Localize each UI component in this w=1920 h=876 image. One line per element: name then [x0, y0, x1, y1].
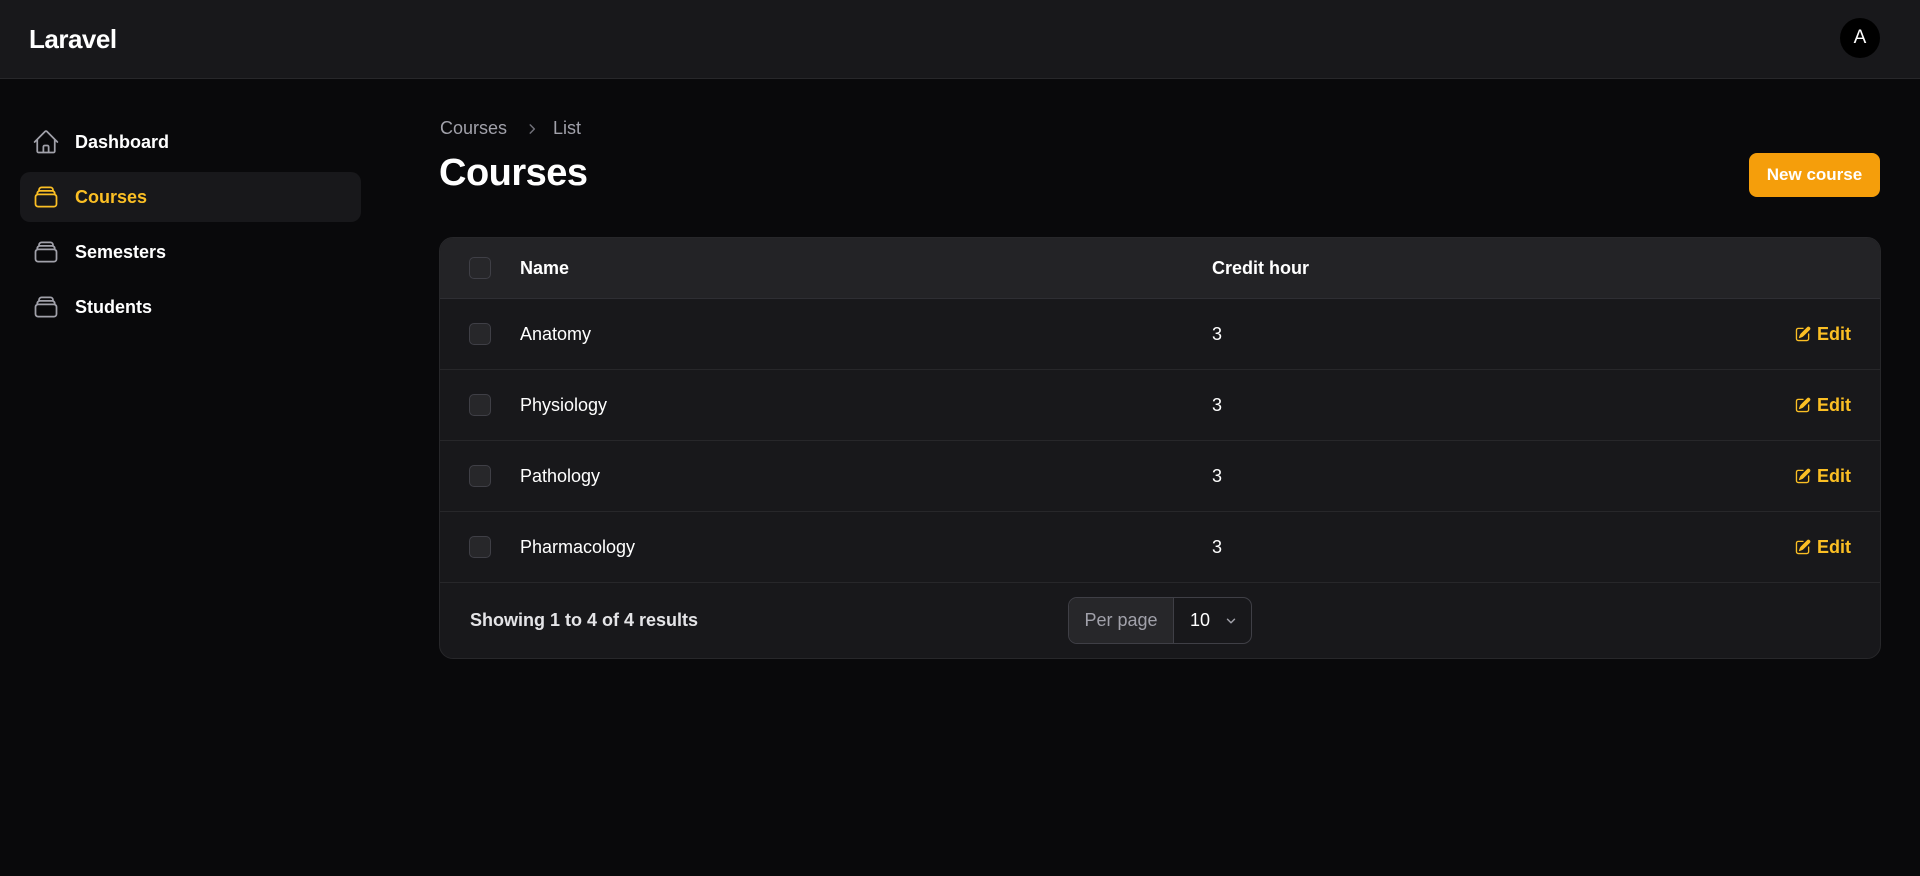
table-footer: Showing 1 to 4 of 4 results Per page 10: [440, 583, 1880, 658]
edit-button[interactable]: Edit: [1794, 324, 1851, 345]
sidebar-item-courses[interactable]: Courses: [20, 172, 361, 222]
table-row: Anatomy 3 Edit: [440, 299, 1880, 370]
chevron-down-icon: [1226, 618, 1236, 623]
stack-icon: [34, 241, 58, 263]
top-bar: Laravel A: [0, 0, 1920, 79]
chevron-right-icon: [525, 122, 539, 136]
table-row: Pathology 3 Edit: [440, 441, 1880, 512]
sidebar-item-students[interactable]: Students: [20, 282, 361, 332]
pencil-square-icon: [1795, 326, 1811, 342]
pencil-square-icon: [1795, 539, 1811, 555]
home-icon: [33, 130, 59, 154]
user-avatar[interactable]: A: [1840, 18, 1880, 58]
course-name: Anatomy: [520, 323, 592, 344]
breadcrumb-courses-link[interactable]: Courses: [440, 118, 507, 139]
edit-label: Edit: [1817, 465, 1851, 486]
stack-icon: [34, 186, 58, 208]
edit-label: Edit: [1817, 536, 1851, 557]
pagination-summary: Showing 1 to 4 of 4 results: [470, 610, 699, 630]
sidebar-item-label: Students: [75, 296, 153, 317]
course-name: Pharmacology: [520, 536, 636, 557]
credit-hour: 3: [1212, 323, 1223, 344]
table-row: Physiology 3 Edit: [440, 370, 1880, 441]
edit-button[interactable]: Edit: [1794, 466, 1851, 487]
sidebar: Dashboard Courses Semesters Students: [20, 117, 361, 337]
per-page-value: 10: [1190, 610, 1211, 630]
breadcrumb: Courses List: [440, 118, 581, 139]
courses-table: Name Credit hour Anatomy 3 Edit Physiolo…: [439, 237, 1881, 659]
credit-hour: 3: [1212, 394, 1223, 415]
page-title: Courses: [439, 152, 588, 194]
per-page-label: Per page: [1069, 598, 1174, 643]
select-all-checkbox[interactable]: [469, 257, 491, 279]
breadcrumb-current: List: [553, 118, 582, 138]
stack-icon: [34, 296, 58, 318]
sidebar-item-label: Courses: [75, 186, 148, 207]
edit-button[interactable]: Edit: [1794, 395, 1851, 416]
row-checkbox[interactable]: [469, 465, 491, 487]
per-page-select[interactable]: 10: [1174, 598, 1251, 643]
course-name: Pathology: [520, 465, 601, 486]
brand-logo[interactable]: Laravel: [29, 24, 117, 55]
row-checkbox[interactable]: [469, 394, 491, 416]
edit-button[interactable]: Edit: [1794, 537, 1851, 558]
edit-label: Edit: [1817, 323, 1851, 344]
credit-hour: 3: [1212, 465, 1223, 486]
course-name: Physiology: [520, 394, 608, 415]
sidebar-item-label: Dashboard: [75, 131, 170, 152]
pencil-square-icon: [1795, 468, 1811, 484]
pencil-square-icon: [1795, 397, 1811, 413]
sidebar-item-label: Semesters: [75, 241, 167, 262]
column-header-name[interactable]: Name: [520, 258, 569, 279]
row-checkbox[interactable]: [469, 323, 491, 345]
edit-label: Edit: [1817, 394, 1851, 415]
per-page-control: Per page 10: [1068, 597, 1252, 644]
table-header: Name Credit hour: [440, 238, 1880, 299]
sidebar-item-dashboard[interactable]: Dashboard: [20, 117, 361, 167]
credit-hour: 3: [1212, 536, 1223, 557]
table-row: Pharmacology 3 Edit: [440, 512, 1880, 583]
sidebar-item-semesters[interactable]: Semesters: [20, 227, 361, 277]
column-header-credit-hour[interactable]: Credit hour: [1212, 258, 1309, 279]
row-checkbox[interactable]: [469, 536, 491, 558]
new-course-button[interactable]: New course: [1749, 153, 1880, 197]
